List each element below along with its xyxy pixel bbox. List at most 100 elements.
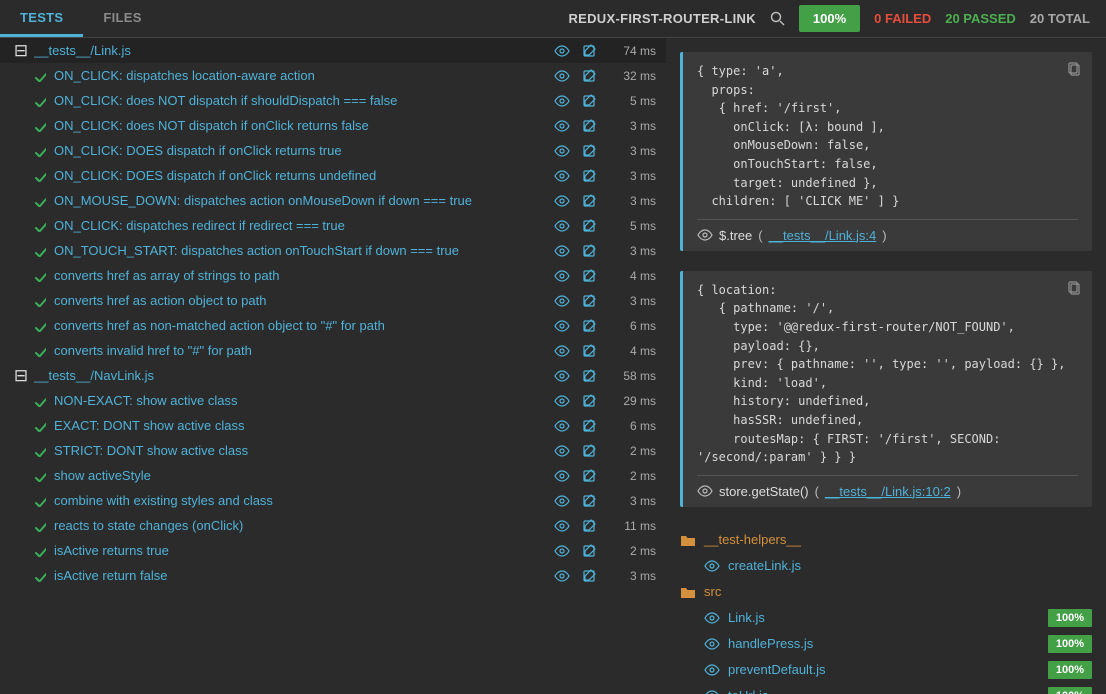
eye-icon[interactable] bbox=[554, 69, 570, 83]
file-coverage: 100% bbox=[1048, 661, 1092, 679]
check-icon bbox=[34, 270, 48, 282]
copy-icon[interactable] bbox=[1068, 281, 1082, 297]
test-suite-row[interactable]: ⊟__tests__/Link.js74 ms bbox=[0, 38, 666, 63]
test-row[interactable]: converts invalid href to "#" for path4 m… bbox=[0, 338, 666, 363]
folder-row[interactable]: src bbox=[680, 579, 1092, 605]
edit-icon[interactable] bbox=[582, 94, 596, 108]
main: ⊟__tests__/Link.js74 ms ON_CLICK: dispatc… bbox=[0, 38, 1106, 694]
edit-icon[interactable] bbox=[582, 44, 596, 58]
eye-icon[interactable] bbox=[554, 419, 570, 433]
edit-icon[interactable] bbox=[582, 444, 596, 458]
edit-icon[interactable] bbox=[582, 419, 596, 433]
test-row[interactable]: ON_CLICK: DOES dispatch if onClick retur… bbox=[0, 163, 666, 188]
test-row[interactable]: EXACT: DONT show active class6 ms bbox=[0, 413, 666, 438]
eye-icon[interactable] bbox=[554, 294, 570, 308]
edit-icon[interactable] bbox=[582, 319, 596, 333]
eye-icon[interactable] bbox=[554, 144, 570, 158]
test-row[interactable]: ON_CLICK: does NOT dispatch if shouldDis… bbox=[0, 88, 666, 113]
edit-icon[interactable] bbox=[582, 344, 596, 358]
file-row[interactable]: toUrl.js100% bbox=[680, 683, 1092, 694]
snapshot-location-link[interactable]: __tests__/Link.js:4 bbox=[769, 228, 877, 243]
test-row[interactable]: ON_TOUCH_START: dispatches action onTouc… bbox=[0, 238, 666, 263]
eye-icon[interactable] bbox=[554, 119, 570, 133]
edit-icon[interactable] bbox=[582, 244, 596, 258]
eye-icon[interactable] bbox=[554, 269, 570, 283]
failed-count: 0 FAILED bbox=[874, 11, 931, 26]
eye-icon[interactable] bbox=[554, 519, 570, 533]
test-row[interactable]: isActive returns true2 ms bbox=[0, 538, 666, 563]
edit-icon[interactable] bbox=[582, 219, 596, 233]
test-row[interactable]: converts href as non-matched action obje… bbox=[0, 313, 666, 338]
edit-icon[interactable] bbox=[582, 369, 596, 383]
test-suite-row[interactable]: ⊟__tests__/NavLink.js58 ms bbox=[0, 363, 666, 388]
edit-icon[interactable] bbox=[582, 294, 596, 308]
eye-icon[interactable] bbox=[554, 444, 570, 458]
test-label: ON_CLICK: DOES dispatch if onClick retur… bbox=[54, 168, 554, 183]
eye-icon[interactable] bbox=[554, 344, 570, 358]
eye-icon[interactable] bbox=[554, 494, 570, 508]
test-row[interactable]: NON-EXACT: show active class29 ms bbox=[0, 388, 666, 413]
test-time: 6 ms bbox=[608, 319, 656, 333]
test-row[interactable]: converts href as action object to path3 … bbox=[0, 288, 666, 313]
collapse-icon[interactable]: ⊟ bbox=[14, 369, 28, 383]
eye-icon[interactable] bbox=[697, 228, 713, 242]
test-row[interactable]: ON_CLICK: dispatches location-aware acti… bbox=[0, 63, 666, 88]
file-row[interactable]: handlePress.js100% bbox=[680, 631, 1092, 657]
file-coverage: 100% bbox=[1048, 687, 1092, 694]
eye-icon[interactable] bbox=[554, 569, 570, 583]
test-row[interactable]: ON_MOUSE_DOWN: dispatches action onMouse… bbox=[0, 188, 666, 213]
eye-icon[interactable] bbox=[554, 469, 570, 483]
test-row[interactable]: ON_CLICK: does NOT dispatch if onClick r… bbox=[0, 113, 666, 138]
eye-icon[interactable] bbox=[554, 394, 570, 408]
eye-icon[interactable] bbox=[554, 44, 570, 58]
test-row[interactable]: converts href as array of strings to pat… bbox=[0, 263, 666, 288]
test-label: EXACT: DONT show active class bbox=[54, 418, 554, 433]
edit-icon[interactable] bbox=[582, 194, 596, 208]
eye-icon[interactable] bbox=[554, 194, 570, 208]
test-label: converts href as action object to path bbox=[54, 293, 554, 308]
snapshot-location-link[interactable]: __tests__/Link.js:10:2 bbox=[825, 484, 951, 499]
test-row[interactable]: reacts to state changes (onClick)11 ms bbox=[0, 513, 666, 538]
test-label: ON_CLICK: dispatches location-aware acti… bbox=[54, 68, 554, 83]
test-row[interactable]: ON_CLICK: DOES dispatch if onClick retur… bbox=[0, 138, 666, 163]
edit-icon[interactable] bbox=[582, 269, 596, 283]
edit-icon[interactable] bbox=[582, 144, 596, 158]
file-row[interactable]: Link.js100% bbox=[680, 605, 1092, 631]
edit-icon[interactable] bbox=[582, 519, 596, 533]
file-row[interactable]: preventDefault.js100% bbox=[680, 657, 1092, 683]
snapshot-block: { location: { pathname: '/', type: '@@re… bbox=[680, 271, 1092, 507]
test-row[interactable]: show activeStyle2 ms bbox=[0, 463, 666, 488]
eye-icon[interactable] bbox=[554, 244, 570, 258]
test-row[interactable]: ON_CLICK: dispatches redirect if redirec… bbox=[0, 213, 666, 238]
total-count: 20 TOTAL bbox=[1030, 11, 1090, 26]
check-icon bbox=[34, 495, 48, 507]
copy-icon[interactable] bbox=[1068, 62, 1082, 78]
edit-icon[interactable] bbox=[582, 119, 596, 133]
tab-tests[interactable]: TESTS bbox=[0, 0, 83, 37]
edit-icon[interactable] bbox=[582, 494, 596, 508]
test-label: show activeStyle bbox=[54, 468, 554, 483]
top-bar: TESTSFILES REDUX-FIRST-ROUTER-LINK 100% … bbox=[0, 0, 1106, 38]
eye-icon[interactable] bbox=[554, 169, 570, 183]
edit-icon[interactable] bbox=[582, 569, 596, 583]
eye-icon[interactable] bbox=[554, 369, 570, 383]
eye-icon[interactable] bbox=[554, 319, 570, 333]
test-row[interactable]: combine with existing styles and class3 … bbox=[0, 488, 666, 513]
edit-icon[interactable] bbox=[582, 394, 596, 408]
collapse-icon[interactable]: ⊟ bbox=[14, 44, 28, 58]
eye-icon[interactable] bbox=[554, 544, 570, 558]
eye-icon[interactable] bbox=[554, 219, 570, 233]
folder-row[interactable]: __test-helpers__ bbox=[680, 527, 1092, 553]
tab-files[interactable]: FILES bbox=[83, 0, 161, 37]
eye-icon[interactable] bbox=[697, 484, 713, 498]
edit-icon[interactable] bbox=[582, 169, 596, 183]
test-row[interactable]: STRICT: DONT show active class2 ms bbox=[0, 438, 666, 463]
edit-icon[interactable] bbox=[582, 469, 596, 483]
edit-icon[interactable] bbox=[582, 69, 596, 83]
file-row[interactable]: createLink.js bbox=[680, 553, 1092, 579]
search-icon[interactable] bbox=[770, 11, 785, 26]
eye-icon[interactable] bbox=[554, 94, 570, 108]
check-icon bbox=[34, 195, 48, 207]
test-row[interactable]: isActive return false3 ms bbox=[0, 563, 666, 588]
edit-icon[interactable] bbox=[582, 544, 596, 558]
